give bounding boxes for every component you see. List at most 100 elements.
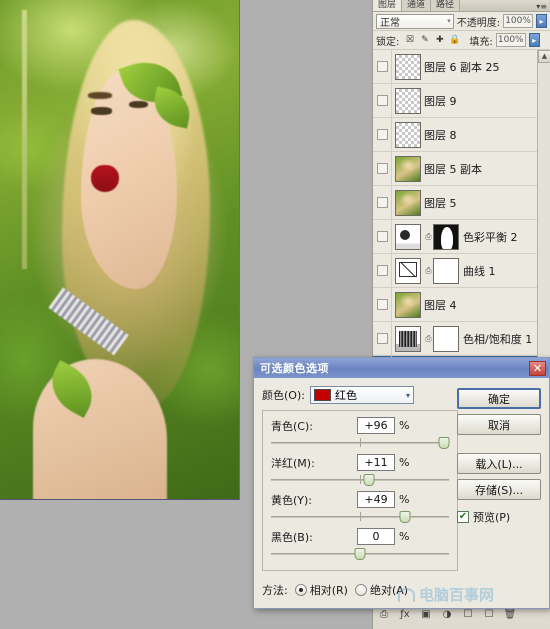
layer-thumbnail[interactable]	[395, 291, 421, 318]
yellow-input[interactable]: +49	[357, 491, 395, 508]
lock-transparent-icon[interactable]: ☒	[404, 35, 415, 46]
table-row[interactable]: 图层 8	[373, 118, 550, 152]
layer-mask-thumbnail[interactable]	[433, 325, 459, 352]
slider-midtick	[360, 512, 361, 521]
eye-icon	[377, 231, 388, 242]
black-slider[interactable]	[271, 547, 449, 561]
table-row[interactable]: 图层 6 副本 25	[373, 50, 550, 84]
layer-name: 图层 5	[424, 196, 457, 210]
magenta-label: 洋红(M):	[271, 456, 315, 470]
opacity-input[interactable]: 100%	[503, 14, 534, 28]
visibility-toggle[interactable]	[374, 322, 392, 355]
table-row[interactable]: ⎙ 色彩平衡 2	[373, 220, 550, 254]
visibility-toggle[interactable]	[374, 186, 392, 219]
slider-handle[interactable]	[354, 548, 366, 560]
color-label: 颜色(O):	[262, 389, 305, 402]
layer-thumbnail[interactable]	[395, 325, 421, 352]
preview-label: 预览(P)	[473, 511, 511, 524]
panel-tab-bar: 图层 通道 路径 ▾≡	[373, 0, 550, 12]
cyan-slider[interactable]	[271, 436, 450, 450]
visibility-toggle[interactable]	[374, 152, 392, 185]
method-absolute-option[interactable]: 绝对(A)	[354, 582, 408, 598]
preview-row[interactable]: ✔ 预览(P)	[457, 509, 541, 525]
magenta-slider[interactable]	[271, 473, 449, 487]
panel-menu-icon[interactable]: ▾≡	[536, 2, 550, 11]
ok-button[interactable]: 确定	[457, 388, 541, 409]
opacity-arrow-icon[interactable]: ▸	[536, 14, 547, 28]
load-button[interactable]: 载入(L)...	[457, 453, 541, 474]
fill-arrow-icon[interactable]: ▸	[528, 33, 540, 47]
radio-absolute-icon[interactable]	[354, 584, 367, 596]
blend-mode-value: 正常	[380, 17, 400, 29]
color-dropdown[interactable]: 红色 ▾	[309, 386, 414, 404]
blend-mode-row: 正常 ▾ 不透明度: 100% ▸	[373, 12, 550, 31]
lock-move-icon[interactable]: ✚	[434, 35, 445, 46]
layer-name: 图层 4	[424, 298, 457, 312]
slider-handle[interactable]	[399, 511, 410, 523]
method-relative-option[interactable]: 相对(R)	[294, 582, 348, 598]
layer-thumbnail[interactable]	[395, 53, 421, 80]
visibility-toggle[interactable]	[374, 84, 392, 117]
radio-relative-icon[interactable]	[294, 584, 307, 596]
cyan-input[interactable]: +96	[357, 417, 395, 434]
preview-checkbox[interactable]: ✔	[457, 511, 469, 523]
table-row[interactable]: 图层 9	[373, 84, 550, 118]
eye-left	[90, 107, 113, 115]
blend-mode-select[interactable]: 正常 ▾	[376, 13, 454, 29]
table-row[interactable]: 图层 5	[373, 186, 550, 220]
layer-name: 图层 5 副本	[424, 162, 482, 176]
lock-icon-group: ☒ ✎ ✚ 🔒	[404, 35, 461, 46]
visibility-toggle[interactable]	[374, 220, 392, 253]
link-icon[interactable]: ⎙	[424, 232, 433, 242]
save-button[interactable]: 存储(S)...	[457, 479, 541, 500]
visibility-toggle[interactable]	[374, 288, 392, 321]
layer-mask-thumbnail[interactable]	[433, 223, 459, 250]
layer-thumbnail[interactable]	[395, 223, 421, 250]
layer-thumbnail[interactable]	[395, 189, 421, 216]
slider-handle[interactable]	[363, 474, 375, 486]
visibility-toggle[interactable]	[374, 254, 392, 287]
tab-paths[interactable]: 路径	[431, 0, 461, 11]
eye-icon	[377, 333, 388, 344]
close-icon[interactable]: ✕	[529, 360, 546, 376]
layer-thumbnail[interactable]	[395, 121, 421, 148]
yellow-row: 黄色(Y): +49 %	[271, 490, 449, 509]
magenta-input[interactable]: +11	[357, 454, 395, 471]
scroll-up-icon[interactable]: ▲	[538, 50, 550, 63]
color-value: 红色	[334, 389, 357, 402]
layer-thumbnail[interactable]	[395, 87, 421, 114]
layer-name: 曲线 1	[463, 264, 496, 278]
fill-input[interactable]: 100%	[495, 33, 526, 47]
lock-label: 锁定:	[376, 36, 400, 48]
layer-thumbnail[interactable]	[395, 155, 421, 182]
black-slider-block: 黑色(B): 0 %	[271, 527, 449, 561]
color-select-row: 颜色(O): 红色 ▾	[262, 386, 458, 404]
image-canvas[interactable]	[0, 0, 240, 500]
table-row[interactable]: 图层 5 副本	[373, 152, 550, 186]
lock-brush-icon[interactable]: ✎	[419, 35, 430, 46]
eye-icon	[377, 265, 388, 276]
lock-all-icon[interactable]: 🔒	[449, 35, 460, 46]
link-icon[interactable]: ⎙	[424, 334, 433, 344]
yellow-label: 黄色(Y):	[271, 493, 313, 507]
yellow-slider[interactable]	[271, 510, 449, 524]
layer-name: 色相/饱和度 1	[463, 332, 533, 346]
slider-handle[interactable]	[438, 437, 450, 449]
table-row[interactable]: ⎙ 色相/饱和度 1	[373, 322, 550, 356]
tab-channels[interactable]: 通道	[402, 0, 432, 11]
black-input[interactable]: 0	[357, 528, 395, 545]
table-row[interactable]: ⎙ 曲线 1	[373, 254, 550, 288]
visibility-toggle[interactable]	[374, 50, 392, 83]
visibility-toggle[interactable]	[374, 118, 392, 151]
method-row: 方法: 相对(R) 绝对(A)	[262, 582, 408, 598]
cancel-button[interactable]: 取消	[457, 414, 541, 435]
table-row[interactable]: 图层 4	[373, 288, 550, 322]
layer-thumbnail[interactable]	[395, 257, 421, 284]
link-icon[interactable]: ⎙	[424, 266, 433, 276]
method-label: 方法:	[262, 584, 288, 597]
dialog-titlebar[interactable]: 可选颜色选项 ✕	[254, 358, 549, 378]
tab-layers[interactable]: 图层	[373, 0, 403, 11]
slider-midtick	[360, 475, 361, 484]
layer-mask-thumbnail[interactable]	[433, 257, 459, 284]
yellow-unit: %	[399, 493, 410, 506]
